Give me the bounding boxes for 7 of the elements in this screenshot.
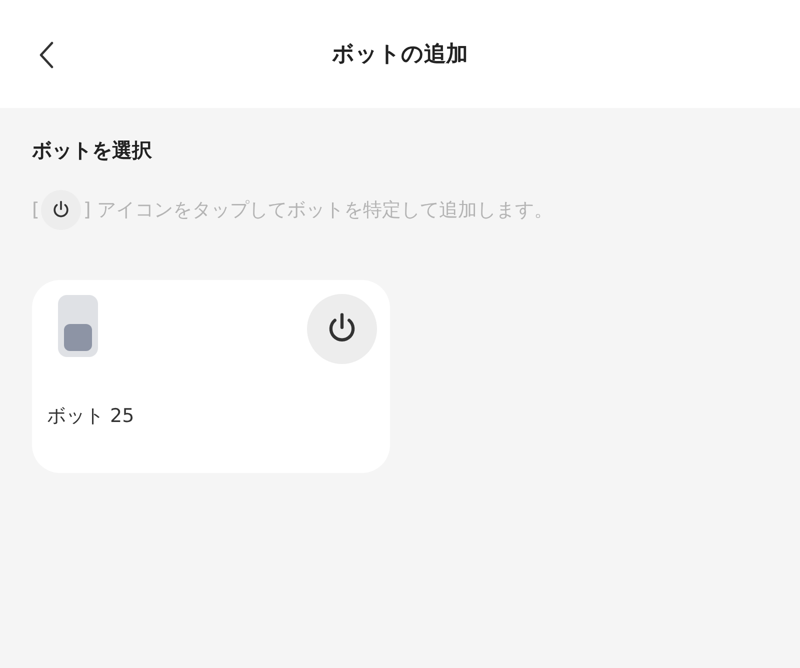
hint-text: ] アイコンをタップしてボットを特定して追加します。 <box>83 198 553 223</box>
bot-name: ボット 25 <box>47 404 136 429</box>
bot-card[interactable]: ボット 25 <box>32 280 390 473</box>
section-heading: ボットを選択 <box>32 137 153 164</box>
bot-device-icon <box>58 295 98 357</box>
hint-text: [ <box>32 198 40 223</box>
page-title: ボットの追加 <box>332 40 468 68</box>
